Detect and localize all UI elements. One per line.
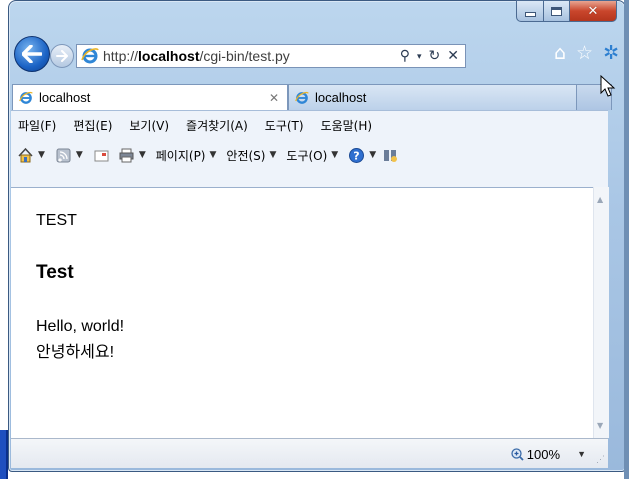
gear-icon[interactable]: ✲ [603,42,619,64]
help-icon[interactable]: ? [348,147,365,164]
zoom-icon [511,448,524,461]
maximize-button[interactable] [544,0,570,22]
zoom-dropdown-icon[interactable]: ▼ [577,449,586,459]
menu-help[interactable]: 도움말(H) [321,117,373,134]
feeds-dropdown-icon[interactable]: ▼ [76,150,83,160]
home-dropdown-icon[interactable]: ▼ [38,150,45,160]
address-tools: ⚲ ▾ ↻ ✕ [400,47,459,64]
page-dropdown-icon[interactable]: ▼ [210,150,217,160]
background-window-edge [0,430,8,479]
feeds-icon[interactable] [55,147,72,164]
address-bar[interactable]: http://localhost/cgi-bin/test.py ⚲ ▾ ↻ ✕ [76,44,466,68]
url-prefix: http:// [103,48,139,64]
menu-tools[interactable]: 도구(T) [265,117,304,134]
window-controls: ✕ [516,0,617,22]
tab-label: localhost [315,90,367,105]
tools-dropdown-icon[interactable]: ▼ [331,150,338,160]
scroll-up-icon[interactable]: ▲ [597,195,603,204]
tab-localhost[interactable]: localhost [288,84,577,110]
tab-localhost-active[interactable]: localhost ✕ [12,84,288,110]
home-icon[interactable] [17,147,34,164]
scroll-down-icon[interactable]: ▼ [597,421,603,430]
tools-menu-button[interactable]: 도구(O) [286,147,327,164]
status-bar: 100% ▼ ⋰ [11,438,608,468]
minimize-button[interactable] [516,0,544,22]
back-button[interactable] [14,36,50,72]
menu-command-area: 파일(F) 편집(E) 보기(V) 즐겨찾기(A) 도구(T) 도움말(H) ▼… [11,110,608,188]
ie-logo-icon [19,91,33,104]
toolbar-right-icons: ⌂ ☆ ✲ [554,42,619,64]
refresh-icon[interactable]: ↻ [429,47,441,64]
maximize-icon [551,6,562,16]
help-dropdown-icon[interactable]: ▼ [369,150,376,160]
menu-bar: 파일(F) 편집(E) 보기(V) 즐겨찾기(A) 도구(T) 도움말(H) [11,111,608,139]
tab-label: localhost [39,90,91,105]
tab-strip: localhost ✕ localhost [12,84,617,110]
back-arrow-icon [22,45,42,63]
navigation-bar: http://localhost/cgi-bin/test.py ⚲ ▾ ↻ ✕… [10,34,619,72]
page-menu-button[interactable]: 페이지(P) [156,147,206,164]
resize-grip-icon[interactable]: ⋰ [596,454,605,465]
vertical-scrollbar[interactable]: ▲ ▼ [593,187,609,438]
research-icon[interactable] [382,147,399,164]
menu-favorites[interactable]: 즐겨찾기(A) [186,117,248,134]
url-path: /cgi-bin/test.py [199,48,290,64]
search-dropdown-icon[interactable]: ▾ [417,51,422,64]
menu-edit[interactable]: 편집(E) [73,117,112,134]
forward-arrow-icon [56,50,68,62]
background-window-edge-right [624,0,629,479]
safety-dropdown-icon[interactable]: ▼ [269,150,276,160]
mail-icon[interactable] [93,147,110,164]
command-bar: ▼ ▼ ▼ 페이지(P) ▼ 안전(S) ▼ 도구(O) ▼ ? ▼ [11,139,608,171]
page-text-hello: Hello, world! [36,318,125,335]
page-heading: Test [36,262,74,283]
url-host: localhost [138,48,200,64]
ie-logo-icon [295,91,309,104]
menu-file[interactable]: 파일(F) [18,117,56,134]
page-text-test-upper: TEST [36,212,77,229]
close-button[interactable]: ✕ [570,0,617,22]
mouse-cursor-icon [600,75,616,97]
search-icon[interactable]: ⚲ [400,47,410,64]
menu-view[interactable]: 보기(V) [129,117,169,134]
zoom-level: 100% [526,447,560,462]
tab-close-icon[interactable]: ✕ [269,91,279,105]
print-icon[interactable] [118,147,135,164]
zoom-control[interactable]: 100% [511,447,560,462]
favorites-star-icon[interactable]: ☆ [576,42,593,64]
stop-icon[interactable]: ✕ [447,47,459,64]
safety-menu-button[interactable]: 안전(S) [226,147,265,164]
ie-logo-icon [81,48,99,64]
home-icon[interactable]: ⌂ [554,42,566,64]
forward-button[interactable] [50,44,74,68]
svg-text:?: ? [354,149,360,162]
address-url: http://localhost/cgi-bin/test.py [103,48,290,64]
minimize-icon [524,11,536,17]
page-text-korean: 안녕하세요! [36,344,115,361]
print-dropdown-icon[interactable]: ▼ [139,150,146,160]
close-icon: ✕ [587,3,599,19]
page-content: TEST Test Hello, world! 안녕하세요! [11,187,593,439]
